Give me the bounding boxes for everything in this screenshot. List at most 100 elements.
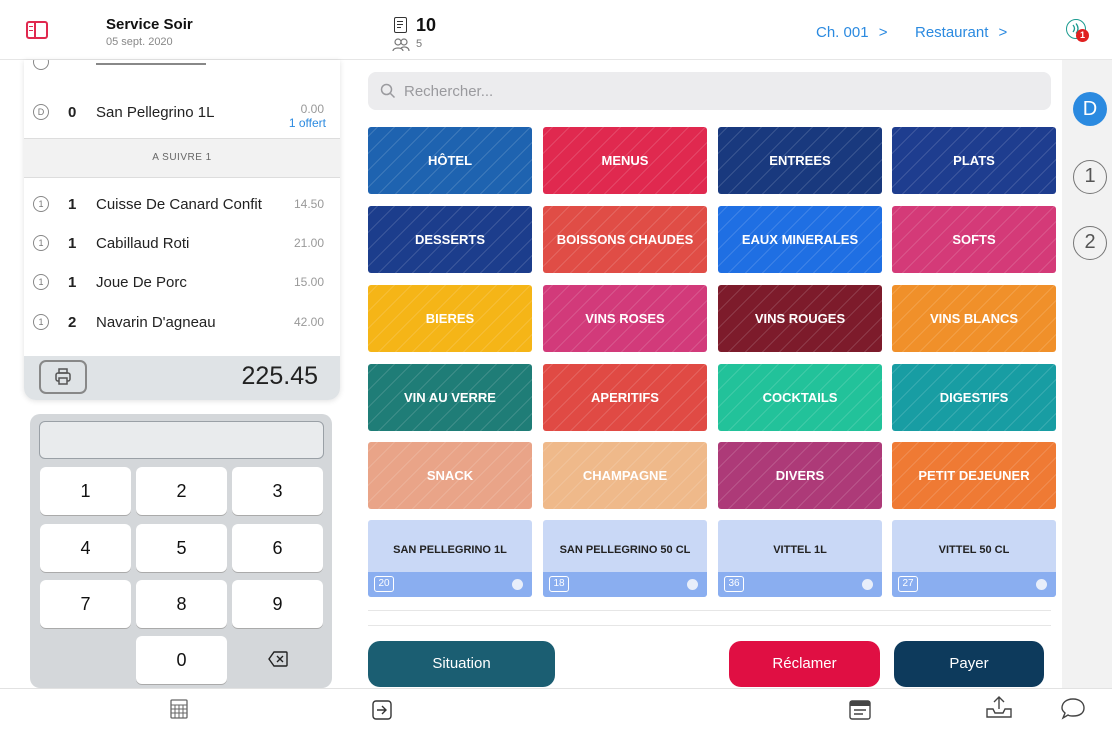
item-name: Navarin D'agneau <box>96 313 216 331</box>
notifications-button[interactable]: 1 <box>1066 19 1089 42</box>
order-row[interactable]: 1 1 Joue De Porc 15.00 <box>24 262 340 302</box>
product-label: SAN PELLEGRINO 50 CL <box>559 544 691 556</box>
bottom-bar <box>0 688 1112 742</box>
product-row-divider <box>368 610 1051 611</box>
status-dot-icon <box>512 579 523 590</box>
order-row-cut <box>24 60 340 72</box>
category-tile[interactable]: HÔTEL <box>368 127 532 194</box>
key-4[interactable]: 4 <box>40 524 131 572</box>
backspace-key[interactable] <box>232 636 323 684</box>
category-tile[interactable]: PLATS <box>892 127 1056 194</box>
reclamer-button[interactable]: Réclamer <box>729 641 880 687</box>
order-row[interactable]: 1 1 Cabillaud Roti 21.00 <box>24 223 340 263</box>
category-tile[interactable]: DIGESTIFS <box>892 364 1056 431</box>
item-qty: 1 <box>68 234 77 252</box>
seat-1-button[interactable]: 1 <box>1073 160 1107 194</box>
category-tile[interactable]: VINS BLANCS <box>892 285 1056 352</box>
sidebar-toggle-icon[interactable] <box>26 21 48 39</box>
key-6[interactable]: 6 <box>232 524 323 572</box>
order-row[interactable]: 1 1 Cuisse De Canard Confit 14.50 <box>24 184 340 224</box>
status-badge: 1 <box>33 274 49 290</box>
search-bar[interactable] <box>368 72 1051 110</box>
seat-dine-button[interactable]: D <box>1073 92 1107 126</box>
order-total: 225.45 <box>241 362 318 390</box>
stock-count-badge: 20 <box>374 576 394 592</box>
chat-icon[interactable] <box>1060 697 1086 721</box>
category-tile[interactable]: CHAMPAGNE <box>543 442 707 509</box>
offer-note: 1 offert <box>288 116 326 130</box>
product-tile[interactable]: VITTEL 1L 36 <box>718 520 882 597</box>
ticket-number[interactable]: 10 <box>416 15 436 36</box>
category-tile[interactable]: APERITIFS <box>543 364 707 431</box>
category-tile[interactable]: VINS ROSES <box>543 285 707 352</box>
location-selector[interactable]: Restaurant > <box>915 24 1007 41</box>
category-tile[interactable]: COCKTAILS <box>718 364 882 431</box>
item-qty: 1 <box>68 273 77 291</box>
item-name: Joue De Porc <box>96 273 187 291</box>
item-name: Cabillaud Roti <box>96 234 190 252</box>
seat-2-button[interactable]: 2 <box>1073 226 1107 260</box>
numeric-keypad: 1 2 3 4 5 6 7 8 9 0 <box>30 414 332 688</box>
print-button[interactable] <box>39 360 87 394</box>
key-5[interactable]: 5 <box>136 524 227 572</box>
stock-count-badge: 27 <box>898 576 918 592</box>
top-bar: Service Soir 05 sept. 2020 10 5 Ch. 001 … <box>0 0 1112 60</box>
category-tile[interactable]: DESSERTS <box>368 206 532 273</box>
situation-button[interactable]: Situation <box>368 641 555 687</box>
room-selector[interactable]: Ch. 001 > <box>816 24 887 41</box>
stock-count-badge: 36 <box>724 576 744 592</box>
key-9[interactable]: 9 <box>232 580 323 628</box>
category-tile[interactable]: PETIT DEJEUNER <box>892 442 1056 509</box>
category-tile[interactable]: BIERES <box>368 285 532 352</box>
chevron-right-icon: > <box>878 24 888 41</box>
transfer-icon[interactable] <box>372 700 392 720</box>
category-tile[interactable]: BOISSONS CHAUDES <box>543 206 707 273</box>
key-7[interactable]: 7 <box>40 580 131 628</box>
key-8[interactable]: 8 <box>136 580 227 628</box>
payer-button[interactable]: Payer <box>894 641 1044 687</box>
category-tile[interactable]: ENTREES <box>718 127 882 194</box>
category-tile[interactable]: DIVERS <box>718 442 882 509</box>
product-tile[interactable]: SAN PELLEGRINO 50 CL 18 <box>543 520 707 597</box>
tray-share-icon[interactable] <box>985 695 1013 719</box>
key-1[interactable]: 1 <box>40 467 131 515</box>
backspace-icon <box>268 651 288 667</box>
product-tile[interactable]: VITTEL 50 CL 27 <box>892 520 1056 597</box>
guests-count: 5 <box>416 38 423 50</box>
category-tile[interactable]: VINS ROUGES <box>718 285 882 352</box>
product-stock-bar: 20 <box>368 572 532 597</box>
item-price: 0.00 <box>300 102 324 116</box>
category-tile[interactable]: VIN AU VERRE <box>368 364 532 431</box>
key-0[interactable]: 0 <box>136 636 227 684</box>
key-3[interactable]: 3 <box>232 467 323 515</box>
order-panel: D 0 San Pellegrino 1L 0.00 1 offert A SU… <box>24 60 340 400</box>
receipt-icon[interactable] <box>849 700 871 720</box>
keypad-display[interactable] <box>39 421 324 459</box>
item-qty: 1 <box>68 195 77 213</box>
category-tile[interactable]: EAUX MINERALES <box>718 206 882 273</box>
product-tile[interactable]: SAN PELLEGRINO 1L 20 <box>368 520 532 597</box>
key-2[interactable]: 2 <box>136 467 227 515</box>
category-tile[interactable]: SOFTS <box>892 206 1056 273</box>
status-badge: 1 <box>33 235 49 251</box>
item-qty: 2 <box>68 313 77 331</box>
status-dot-icon <box>687 579 698 590</box>
status-badge: 1 <box>33 196 49 212</box>
section-header: A SUIVRE 1 <box>24 138 340 178</box>
item-name: San Pellegrino 1L <box>96 103 215 121</box>
calculator-icon[interactable] <box>170 699 188 719</box>
category-tile[interactable]: SNACK <box>368 442 532 509</box>
stock-count-badge: 18 <box>549 576 569 592</box>
order-row[interactable]: D 0 San Pellegrino 1L 0.00 1 offert <box>24 92 340 132</box>
seat-rail <box>1062 60 1112 688</box>
category-tile[interactable]: MENUS <box>543 127 707 194</box>
grid-divider <box>368 625 1051 626</box>
status-badge: 1 <box>33 314 49 330</box>
notification-badge: 1 <box>1076 29 1089 42</box>
printer-icon <box>55 368 71 385</box>
location-label: Restaurant <box>915 24 989 41</box>
item-name: Cuisse De Canard Confit <box>96 195 262 213</box>
order-row[interactable]: 1 2 Navarin D'agneau 42.00 <box>24 302 340 342</box>
search-input[interactable] <box>404 72 1024 110</box>
service-title: Service Soir <box>106 16 193 33</box>
